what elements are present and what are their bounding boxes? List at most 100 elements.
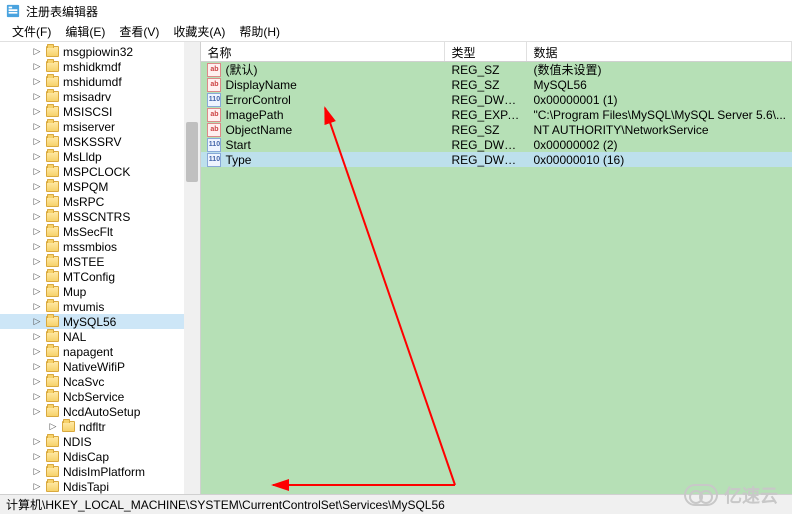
expand-toggle-icon[interactable]: ▷ bbox=[32, 467, 42, 477]
expand-toggle-icon[interactable]: ▷ bbox=[32, 272, 42, 282]
menu-favorites[interactable]: 收藏夹(A) bbox=[167, 21, 231, 42]
expand-toggle-icon[interactable]: ▷ bbox=[32, 302, 42, 312]
col-header-name[interactable]: 名称 bbox=[201, 42, 445, 61]
expand-toggle-icon[interactable]: ▷ bbox=[32, 182, 42, 192]
folder-icon bbox=[46, 316, 59, 327]
expand-toggle-icon[interactable]: ▷ bbox=[32, 92, 42, 102]
expand-toggle-icon[interactable]: ▷ bbox=[32, 392, 42, 402]
expand-toggle-icon[interactable]: ▷ bbox=[32, 452, 42, 462]
tree-item-mstee[interactable]: ▷MSTEE bbox=[0, 254, 200, 269]
menu-help[interactable]: 帮助(H) bbox=[233, 21, 286, 42]
tree-item-mshidkmdf[interactable]: ▷mshidkmdf bbox=[0, 59, 200, 74]
expand-toggle-icon[interactable]: ▷ bbox=[32, 77, 42, 87]
tree-scrollbar[interactable] bbox=[184, 42, 200, 494]
tree-item-msiscsi[interactable]: ▷ MSISCSI bbox=[0, 104, 200, 119]
tree-item-mssmbios[interactable]: ▷mssmbios bbox=[0, 239, 200, 254]
folder-icon bbox=[46, 481, 59, 492]
tree-item-ndfltr[interactable]: ▷ndfltr bbox=[0, 419, 200, 434]
tree-item-nativewifip[interactable]: ▷NativeWifiP bbox=[0, 359, 200, 374]
tree-item-mssecflt[interactable]: ▷MsSecFlt bbox=[0, 224, 200, 239]
folder-icon bbox=[46, 166, 59, 177]
value-row-errorcontrol[interactable]: 110ErrorControlREG_DWORD0x00000001 (1) bbox=[201, 92, 792, 107]
tree-item-ndiscap[interactable]: ▷NdisCap bbox=[0, 449, 200, 464]
tree-item-msscntrs[interactable]: ▷MSSCNTRS bbox=[0, 209, 200, 224]
tree-item-mspqm[interactable]: ▷MSPQM bbox=[0, 179, 200, 194]
folder-icon bbox=[46, 121, 59, 132]
tree-item-label: MTConfig bbox=[63, 270, 115, 284]
value-row-start[interactable]: 110StartREG_DWORD0x00000002 (2) bbox=[201, 137, 792, 152]
expand-toggle-icon[interactable]: ▷ bbox=[32, 212, 42, 222]
tree-item-ncdautosetup[interactable]: ▷NcdAutoSetup bbox=[0, 404, 200, 419]
expand-toggle-icon[interactable]: ▷ bbox=[32, 287, 42, 297]
value-row-type[interactable]: 110TypeREG_DWORD0x00000010 (16) bbox=[201, 152, 792, 167]
value-data: 0x00000001 (1) bbox=[527, 93, 792, 107]
expand-toggle-icon[interactable]: ▷ bbox=[48, 422, 58, 432]
expand-toggle-icon[interactable]: ▷ bbox=[32, 332, 42, 342]
folder-icon bbox=[46, 196, 59, 207]
tree-item-ndisimplatform[interactable]: ▷NdisImPlatform bbox=[0, 464, 200, 479]
watermark-icon bbox=[684, 484, 718, 506]
value-data: (数值未设置) bbox=[527, 61, 792, 78]
string-value-icon: ab bbox=[207, 108, 221, 122]
menu-view[interactable]: 查看(V) bbox=[113, 21, 165, 42]
value-row-objectname[interactable]: abObjectNameREG_SZNT AUTHORITY\NetworkSe… bbox=[201, 122, 792, 137]
string-value-icon: ab bbox=[207, 63, 221, 77]
tree-item-mshidumdf[interactable]: ▷mshidumdf bbox=[0, 74, 200, 89]
col-header-data[interactable]: 数据 bbox=[527, 42, 792, 61]
expand-toggle-icon[interactable]: ▷ bbox=[32, 347, 42, 357]
folder-icon bbox=[62, 421, 75, 432]
tree-item-msgpiowin32[interactable]: ▷ msgpiowin32 bbox=[0, 44, 200, 59]
tree-item-label: msgpiowin32 bbox=[63, 45, 133, 59]
tree-item-msrpc[interactable]: ▷MsRPC bbox=[0, 194, 200, 209]
expand-toggle-icon[interactable]: ▷ bbox=[32, 122, 42, 132]
expand-toggle-icon[interactable]: ▷ bbox=[32, 242, 42, 252]
tree-item-msiserver[interactable]: ▷msiserver bbox=[0, 119, 200, 134]
expand-toggle-icon[interactable]: ▷ bbox=[32, 152, 42, 162]
statusbar: 计算机\HKEY_LOCAL_MACHINE\SYSTEM\CurrentCon… bbox=[0, 494, 792, 514]
folder-icon bbox=[46, 301, 59, 312]
value-type: REG_DWORD bbox=[445, 93, 527, 107]
expand-toggle-icon[interactable]: ▷ bbox=[32, 317, 42, 327]
expand-toggle-icon[interactable]: ▷ bbox=[32, 62, 42, 72]
tree-item-napagent[interactable]: ▷ napagent bbox=[0, 344, 200, 359]
menu-edit[interactable]: 编辑(E) bbox=[59, 21, 111, 42]
expand-toggle-icon[interactable]: ▷ bbox=[32, 377, 42, 387]
tree-item-msisadrv[interactable]: ▷msisadrv bbox=[0, 89, 200, 104]
tree-item-ncbservice[interactable]: ▷NcbService bbox=[0, 389, 200, 404]
expand-toggle-icon[interactable]: ▷ bbox=[32, 47, 42, 57]
expand-toggle-icon[interactable]: ▷ bbox=[32, 137, 42, 147]
tree-item-mysql56[interactable]: ▷MySQL56 bbox=[0, 314, 200, 329]
expand-toggle-icon[interactable]: ▷ bbox=[32, 197, 42, 207]
tree-item-ndis[interactable]: ▷NDIS bbox=[0, 434, 200, 449]
value-row-[interactable]: ab(默认)REG_SZ(数值未设置) bbox=[201, 62, 792, 77]
col-header-type[interactable]: 类型 bbox=[445, 42, 527, 61]
tree-item-ndistapi[interactable]: ▷NdisTapi bbox=[0, 479, 200, 494]
tree-item-mspclock[interactable]: ▷MSPCLOCK bbox=[0, 164, 200, 179]
value-name: Start bbox=[225, 138, 250, 152]
expand-toggle-icon[interactable]: ▷ bbox=[32, 167, 42, 177]
tree-item-ncasvc[interactable]: ▷NcaSvc bbox=[0, 374, 200, 389]
expand-toggle-icon[interactable]: ▷ bbox=[32, 482, 42, 492]
tree-item-label: napagent bbox=[63, 345, 113, 359]
tree-item-mtconfig[interactable]: ▷ MTConfig bbox=[0, 269, 200, 284]
tree-item-label: MSISCSI bbox=[63, 105, 112, 119]
menu-file[interactable]: 文件(F) bbox=[6, 21, 57, 42]
value-row-displayname[interactable]: abDisplayNameREG_SZMySQL56 bbox=[201, 77, 792, 92]
expand-toggle-icon[interactable]: ▷ bbox=[32, 362, 42, 372]
expand-toggle-icon[interactable]: ▷ bbox=[32, 257, 42, 267]
tree-item-nal[interactable]: ▷NAL bbox=[0, 329, 200, 344]
value-row-imagepath[interactable]: abImagePathREG_EXPAND_SZ"C:\Program File… bbox=[201, 107, 792, 122]
folder-icon bbox=[46, 436, 59, 447]
expand-toggle-icon[interactable]: ▷ bbox=[32, 107, 42, 117]
tree-item-mvumis[interactable]: ▷mvumis bbox=[0, 299, 200, 314]
scrollbar-thumb[interactable] bbox=[186, 122, 198, 182]
expand-toggle-icon[interactable]: ▷ bbox=[32, 407, 42, 417]
tree-item-mup[interactable]: ▷Mup bbox=[0, 284, 200, 299]
binary-value-icon: 110 bbox=[207, 93, 221, 107]
value-data: "C:\Program Files\MySQL\MySQL Server 5.6… bbox=[527, 108, 792, 122]
value-type: REG_DWORD bbox=[445, 138, 527, 152]
tree-item-mskssrv[interactable]: ▷MSKSSRV bbox=[0, 134, 200, 149]
expand-toggle-icon[interactable]: ▷ bbox=[32, 227, 42, 237]
expand-toggle-icon[interactable]: ▷ bbox=[32, 437, 42, 447]
tree-item-mslldp[interactable]: ▷MsLldp bbox=[0, 149, 200, 164]
